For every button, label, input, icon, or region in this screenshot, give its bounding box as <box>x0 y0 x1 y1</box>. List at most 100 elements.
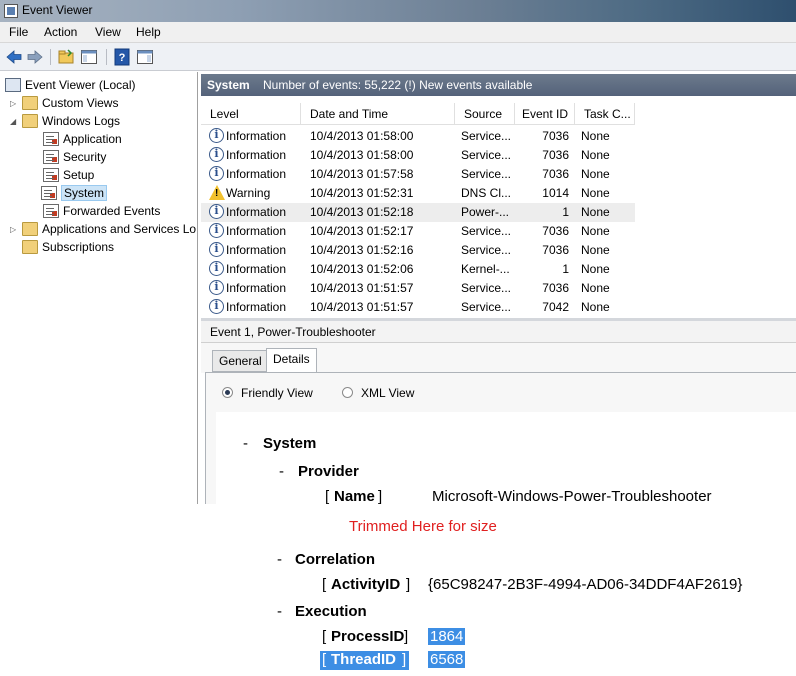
table-row[interactable]: Information 10/4/2013 01:57:58 Service... 7… <box>201 165 635 184</box>
tab-details[interactable]: Details <box>266 348 317 373</box>
open-folder-icon[interactable] <box>57 48 75 66</box>
console-tree-icon[interactable] <box>80 48 98 66</box>
cell-level: Information <box>226 262 287 276</box>
table-row[interactable]: Information 10/4/2013 01:52:06 Kernel-... 1… <box>201 260 635 279</box>
information-icon <box>209 166 224 181</box>
menu-help[interactable]: Help <box>136 25 161 39</box>
information-icon <box>209 242 224 257</box>
tree-item-security[interactable]: Security <box>43 148 106 166</box>
collapse-arrow-icon[interactable]: ◢ <box>10 117 20 126</box>
back-icon[interactable] <box>5 48 23 66</box>
tree-item-application[interactable]: Application <box>43 130 122 148</box>
provider-collapse-toggle[interactable]: - <box>279 463 284 480</box>
column-task-category[interactable]: Task C... <box>575 103 635 125</box>
execution-node: Execution <box>295 603 367 620</box>
menu-file[interactable]: File <box>9 25 28 39</box>
menu-action[interactable]: Action <box>44 25 77 39</box>
cell-source: Service... <box>461 224 512 238</box>
activity-bracket-open: [ <box>322 576 327 593</box>
cell-level: Information <box>226 148 287 162</box>
subscriptions-icon <box>22 240 38 254</box>
information-icon <box>209 261 224 276</box>
table-row[interactable]: Information 10/4/2013 01:58:00 Service... 7… <box>201 146 635 165</box>
table-row[interactable]: Information 10/4/2013 01:58:00 Service... 7… <box>201 127 635 146</box>
tree-item-apps-services[interactable]: ▷ Applications and Services Lo <box>10 220 196 238</box>
xml-view-radio[interactable] <box>342 387 353 398</box>
cell-date: 10/4/2013 01:58:00 <box>310 129 414 143</box>
information-icon <box>209 147 224 162</box>
log-icon <box>43 132 59 146</box>
system-node: System <box>263 435 317 452</box>
event-table: Level Date and Time Source Event ID Task… <box>201 103 796 315</box>
thread-key: ThreadID <box>331 651 397 668</box>
expand-arrow-icon[interactable]: ▷ <box>10 225 20 234</box>
pane-title: System <box>207 78 250 92</box>
cell-source: DNS Cl... <box>461 186 512 200</box>
process-bracket-close: ] <box>404 628 409 645</box>
cell-level: Information <box>226 129 287 143</box>
thread-bracket-close: ] <box>402 651 407 668</box>
warning-icon <box>209 185 225 200</box>
table-row[interactable]: Information 10/4/2013 01:51:57 Service... 7… <box>201 279 635 298</box>
thread-value: 6568 <box>428 651 466 668</box>
table-row[interactable]: Information 10/4/2013 01:51:57 Service... 7… <box>201 298 635 315</box>
tree-item-system[interactable]: System <box>41 184 108 202</box>
activity-value: {65C98247-2B3F-4994-AD06-34DDF4AF2619} <box>428 576 743 593</box>
column-level[interactable]: Level <box>201 103 301 125</box>
event-count: Number of events: 55,222 (!) New events … <box>263 78 533 92</box>
correlation-collapse-toggle[interactable]: - <box>277 551 282 568</box>
xml-view-label[interactable]: XML View <box>361 386 414 400</box>
cell-level: Information <box>226 300 287 314</box>
cell-date: 10/4/2013 01:51:57 <box>310 300 414 314</box>
cell-source: Service... <box>461 129 512 143</box>
tree-item-windows-logs[interactable]: ◢ Windows Logs <box>10 112 120 130</box>
cell-source: Service... <box>461 167 512 181</box>
process-key: ProcessID <box>331 628 405 645</box>
tree-item-custom-views[interactable]: ▷ Custom Views <box>10 94 118 112</box>
tab-general[interactable]: General <box>212 350 269 372</box>
action-pane-icon[interactable] <box>136 48 154 66</box>
provider-node: Provider <box>298 463 359 480</box>
cell-level: Information <box>226 224 287 238</box>
cell-task-category: None <box>581 148 610 162</box>
cell-event-id: 1014 <box>542 186 569 200</box>
tree-item-subscriptions[interactable]: Subscriptions <box>22 238 114 256</box>
menu-bar: File Action View Help <box>0 22 796 43</box>
menu-view[interactable]: View <box>95 25 121 39</box>
column-date[interactable]: Date and Time <box>301 103 455 125</box>
information-icon <box>209 128 224 143</box>
console-tree: Event Viewer (Local) ▷ Custom Views ◢ Wi… <box>0 72 198 504</box>
table-row[interactable]: Information 10/4/2013 01:52:17 Service... 7… <box>201 222 635 241</box>
detail-header: Event 1, Power-Troubleshooter <box>201 321 796 343</box>
column-event-id[interactable]: Event ID <box>515 103 575 125</box>
cell-level: Information <box>226 281 287 295</box>
tree-item-root[interactable]: Event Viewer (Local) <box>5 76 136 94</box>
information-icon <box>209 280 224 295</box>
forward-icon[interactable] <box>26 48 44 66</box>
activity-bracket-close: ] <box>406 576 411 593</box>
correlation-node: Correlation <box>295 551 376 568</box>
cell-task-category: None <box>581 186 610 200</box>
help-icon[interactable]: ? <box>113 48 131 66</box>
cell-event-id: 7036 <box>542 148 569 162</box>
cell-task-category: None <box>581 262 610 276</box>
name-bracket-close: ] <box>378 488 383 505</box>
cell-date: 10/4/2013 01:52:18 <box>310 205 414 219</box>
event-viewer-icon <box>5 78 21 92</box>
execution-collapse-toggle[interactable]: - <box>277 603 282 620</box>
friendly-view-radio[interactable] <box>222 387 233 398</box>
column-source[interactable]: Source <box>455 103 515 125</box>
tree-item-forwarded-events[interactable]: Forwarded Events <box>43 202 160 220</box>
toolbar-separator <box>50 49 51 65</box>
expand-arrow-icon[interactable]: ▷ <box>10 99 20 108</box>
system-collapse-toggle[interactable]: - <box>243 435 248 452</box>
friendly-view-label[interactable]: Friendly View <box>241 386 313 400</box>
table-row[interactable]: Information 10/4/2013 01:52:16 Service... 7… <box>201 241 635 260</box>
tree-item-setup[interactable]: Setup <box>43 166 94 184</box>
name-bracket-open: [ <box>325 488 330 505</box>
table-row[interactable]: Warning 10/4/2013 01:52:31 DNS Cl... 1014 No… <box>201 184 635 203</box>
table-row[interactable]: Information 10/4/2013 01:52:18 Power-... 1N… <box>201 203 635 222</box>
cell-source: Service... <box>461 148 512 162</box>
window-title: Event Viewer <box>22 3 93 17</box>
cell-event-id: 1 <box>562 205 569 219</box>
